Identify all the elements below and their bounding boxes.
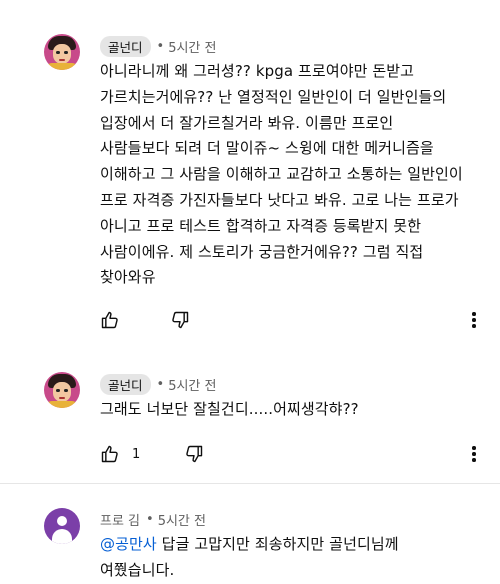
comment-text: 아니라니께 왜 그러셩?? kpga 프로여야만 돈받고 가르치는거에유?? 난… <box>100 62 463 287</box>
more-vert-icon[interactable] <box>466 442 482 466</box>
author-name-badge[interactable]: 골넌디 <box>100 35 151 57</box>
thumb-down-icon <box>186 445 203 463</box>
comment-actions <box>100 308 240 332</box>
author-avatar[interactable] <box>44 372 80 408</box>
thumb-up-icon <box>101 311 118 329</box>
comment-meta: 골넌디 • 5시간 전 <box>100 373 216 395</box>
separator-dot: • <box>146 511 154 527</box>
author-name-badge[interactable]: 골넌디 <box>100 373 151 395</box>
dislike-button[interactable] <box>184 444 204 464</box>
thumb-up-icon <box>101 445 118 463</box>
like-button[interactable]: 1 <box>100 444 140 464</box>
comment-meta: 프로 김 • 5시간 전 <box>100 509 206 529</box>
comment-text: 그래도 너보단 잘칠건디.....어찌생각햐?? <box>100 400 359 418</box>
comment-text: @공만사 답글 고맙지만 죄송하지만 골넌디님께 여쭸습니다. <box>100 532 495 584</box>
comment-timestamp[interactable]: 5시간 전 <box>158 510 206 529</box>
comment-timestamp[interactable]: 5시간 전 <box>168 37 216 56</box>
comment-actions: 1 <box>100 442 254 466</box>
like-count: 1 <box>132 446 141 462</box>
author-name[interactable]: 프로 김 <box>100 510 140 529</box>
more-vert-icon[interactable] <box>466 308 482 332</box>
author-avatar[interactable] <box>44 34 80 70</box>
comment-meta: 골넌디 • 5시간 전 <box>100 35 216 57</box>
author-avatar[interactable] <box>44 508 80 544</box>
separator-dot: • <box>156 38 165 54</box>
comment-timestamp[interactable]: 5시간 전 <box>168 375 216 394</box>
separator-dot: • <box>156 376 165 392</box>
divider <box>0 483 500 484</box>
mention-link[interactable]: @공만사 <box>100 535 157 553</box>
thumb-down-icon <box>172 311 189 329</box>
like-button[interactable] <box>100 310 120 330</box>
dislike-button[interactable] <box>170 310 190 330</box>
